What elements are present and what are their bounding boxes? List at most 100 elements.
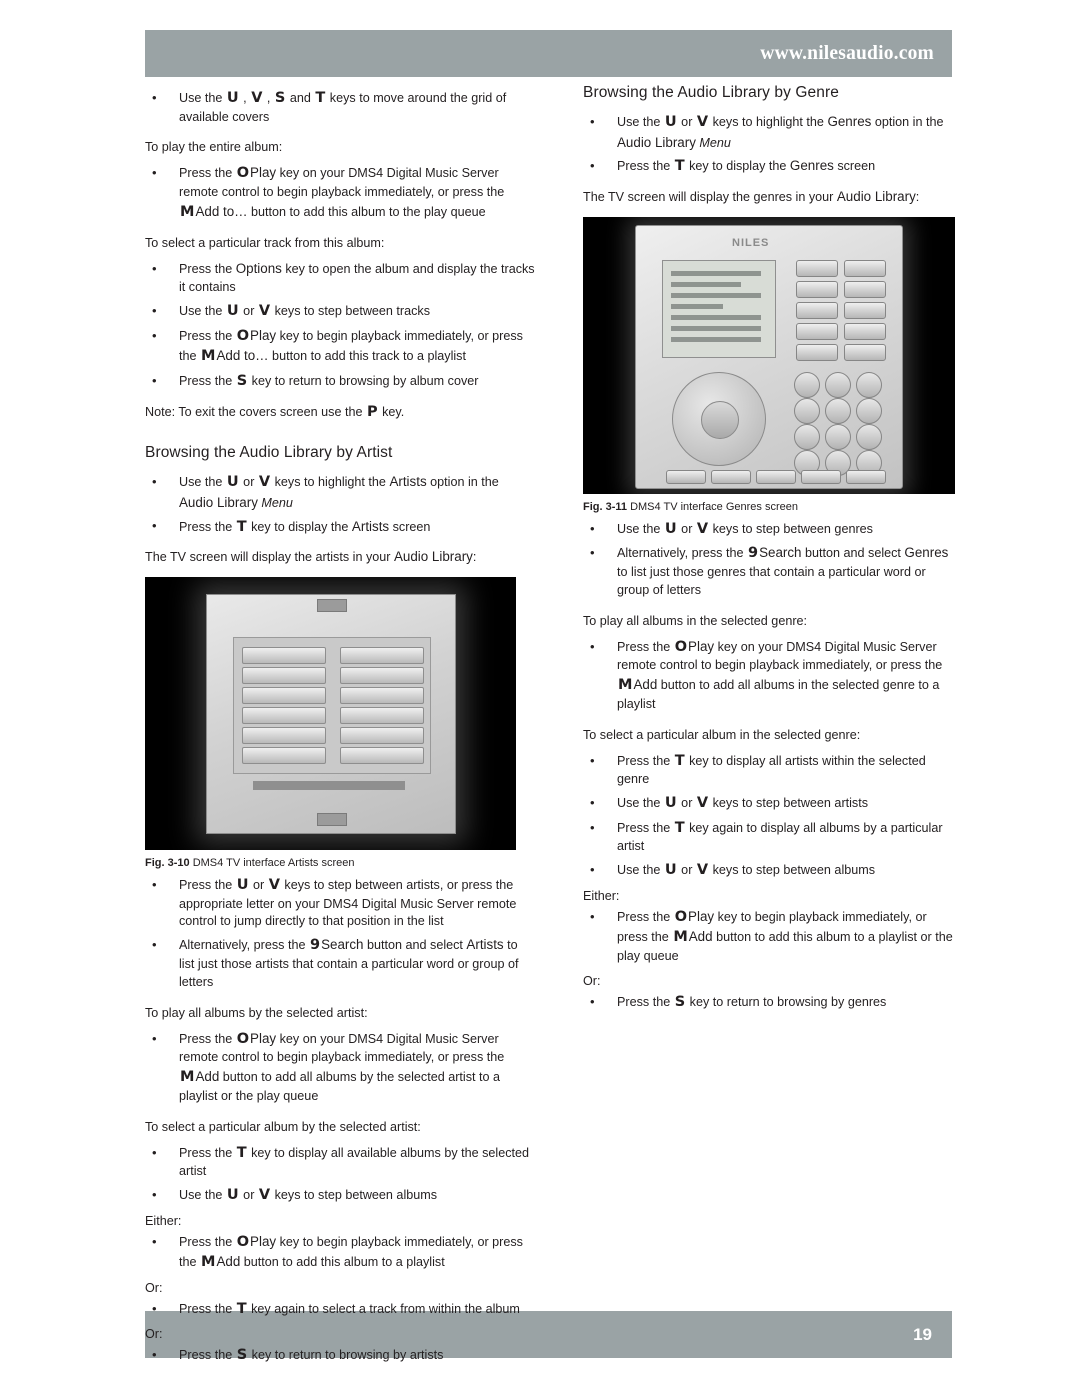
keypad-button[interactable] — [856, 371, 882, 398]
keypad-button[interactable] — [825, 397, 851, 424]
figure-artists-screen — [145, 577, 516, 851]
keypad-button[interactable] — [794, 397, 820, 424]
remote-button[interactable] — [844, 280, 886, 298]
artist-grid-cell[interactable] — [242, 667, 326, 685]
artist-grid-cell[interactable] — [340, 667, 424, 685]
bullet-icon: • — [590, 158, 595, 174]
remote-key-glyph: S — [236, 372, 248, 389]
remote-button[interactable] — [844, 343, 886, 361]
navigation-pad-center[interactable] — [701, 400, 739, 439]
artist-grid-cell[interactable] — [242, 687, 326, 705]
bullet-item: • Use the U , V , S and T keys to move ar… — [145, 88, 535, 126]
bullet-item: • Press the T key to display all availabl… — [145, 1143, 535, 1181]
remote-key-glyph: O — [674, 638, 688, 655]
body-text: The TV screen will display the artists i… — [145, 550, 394, 565]
artist-grid-cell[interactable] — [242, 647, 326, 665]
keypad-button[interactable] — [794, 423, 820, 450]
remote-key-glyph: S — [274, 90, 286, 106]
remote-button[interactable] — [844, 301, 886, 319]
remote-key-glyph: O — [236, 1030, 250, 1047]
bullet-item: • Press the OPlay key to begin playback i… — [145, 326, 535, 367]
keypad-button[interactable] — [794, 371, 820, 398]
bullet-text: Press the T key to display the Genres sc… — [617, 158, 875, 174]
remote-key-glyph: M — [201, 1254, 216, 1271]
body-text: Press the — [617, 753, 674, 768]
body-text: Browsing the Audio Library by Genre — [583, 84, 839, 101]
bullet-item: • Press the S key to return to browsing b… — [583, 992, 955, 1013]
artist-grid-cell[interactable] — [340, 747, 424, 765]
remote-button[interactable] — [796, 322, 838, 340]
bullet-text: Press the U or V keys to step between ar… — [179, 877, 516, 928]
remote-button[interactable] — [844, 322, 886, 340]
key-label: Add — [216, 1254, 241, 1270]
bullet-icon: • — [590, 908, 595, 924]
key-label: Play — [250, 165, 277, 181]
body-text: , — [263, 91, 274, 105]
sub-heading: To play all albums in the selected genre… — [583, 613, 955, 630]
soft-button[interactable] — [756, 469, 796, 484]
bullet-item: • Use the U or V keys to highlight the Ge… — [583, 112, 955, 152]
key-label: Add to… — [195, 203, 248, 219]
remote-key-glyph: U — [236, 877, 249, 894]
key-label: Artists — [389, 474, 427, 490]
artist-grid-cell[interactable] — [340, 647, 424, 665]
remote-button[interactable] — [796, 343, 838, 361]
keypad-button[interactable] — [856, 423, 882, 450]
lcd-text-line — [671, 292, 761, 298]
bullet-icon: • — [590, 638, 595, 654]
bullet-text: Use the U or V keys to highlight the Gen… — [617, 114, 943, 150]
bullet-text: Press the OPlay key on your DMS4 Digital… — [179, 1030, 504, 1103]
body-text: Use the — [179, 91, 226, 105]
artist-grid-cell[interactable] — [242, 727, 326, 745]
figure-caption: Fig. 3-11 DMS4 TV interface Genres scree… — [583, 501, 955, 513]
bullet-item: • Press the OPlay key to begin playback i… — [145, 1232, 535, 1273]
remote-button[interactable] — [796, 301, 838, 319]
key-label: Audio Library — [393, 549, 473, 565]
body-text: Press the — [179, 328, 236, 343]
bullet-text: Press the OPlay key to begin playback im… — [179, 1234, 523, 1271]
key-label: Play — [688, 638, 715, 654]
panel-strip — [253, 781, 405, 791]
remote-key-glyph: M — [673, 929, 688, 946]
artist-grid-cell[interactable] — [340, 707, 424, 725]
lcd-text-line — [671, 325, 761, 331]
key-label: Add — [633, 677, 658, 693]
artist-grid-cell[interactable] — [340, 687, 424, 705]
soft-button[interactable] — [666, 469, 706, 484]
remote-lcd — [662, 259, 776, 358]
artist-grid-cell[interactable] — [340, 727, 424, 745]
connector-text: Or: — [583, 974, 955, 988]
body-text: or — [677, 521, 696, 536]
bullet-text: Press the S key to return to browsing by… — [179, 372, 478, 389]
artist-grid-cell[interactable] — [242, 747, 326, 765]
navigation-pad[interactable] — [672, 371, 766, 466]
keypad-button[interactable] — [856, 397, 882, 424]
remote-button[interactable] — [796, 259, 838, 277]
soft-button[interactable] — [801, 469, 841, 484]
key-label: Genres — [904, 545, 949, 561]
body-text: , — [239, 91, 251, 105]
key-label: Play — [250, 327, 277, 343]
remote-key-glyph: T — [674, 819, 685, 836]
keypad-button[interactable] — [825, 423, 851, 450]
body-text: key to display the — [685, 159, 790, 174]
body-text: or — [239, 475, 258, 490]
remote-key-glyph: M — [180, 1069, 195, 1086]
soft-button[interactable] — [846, 469, 886, 484]
body-text: keys to step between genres — [709, 521, 873, 536]
body-text: key to return to browsing by genres — [686, 994, 887, 1009]
keypad-button[interactable] — [825, 371, 851, 398]
body-text: or — [677, 863, 696, 878]
bullet-item: • Press the OPlay key to begin playback i… — [583, 907, 955, 966]
soft-button[interactable] — [711, 469, 751, 484]
artist-grid-cell[interactable] — [242, 707, 326, 725]
left-column: • Use the U , V , S and T keys to move ar… — [145, 84, 535, 1370]
figure-caption: Fig. 3-10 DMS4 TV interface Artists scre… — [145, 857, 535, 869]
remote-key-glyph: U — [664, 795, 677, 812]
remote-button[interactable] — [844, 259, 886, 277]
remote-button[interactable] — [796, 280, 838, 298]
remote-key-glyph: T — [236, 1300, 247, 1317]
remote-key-glyph: U — [226, 303, 239, 320]
bullet-item: • Press the OPlay key on your DMS4 Digita… — [583, 637, 955, 714]
remote-key-glyph: O — [236, 165, 250, 182]
